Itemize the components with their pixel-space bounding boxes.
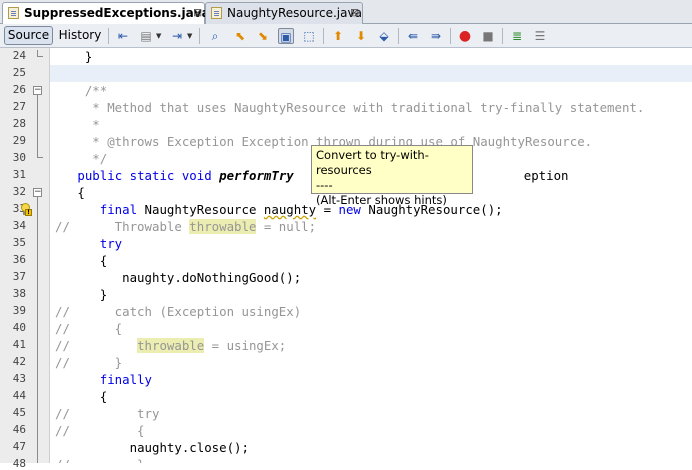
code-line: /** — [84, 83, 108, 98]
code-line: { — [99, 253, 108, 268]
fold-end-marker — [37, 151, 43, 158]
hint-lightbulb-icon[interactable]: ! — [19, 203, 32, 217]
back-history-icon[interactable]: ⇤ — [115, 28, 131, 44]
stop-macro-icon[interactable]: ■ — [480, 28, 496, 44]
toggle-bookmark-icon[interactable]: ⬙ — [376, 28, 392, 44]
code-line: * — [84, 117, 100, 132]
line-number: 38 — [12, 287, 26, 300]
tab-label: NaughtyResource.java — [227, 6, 362, 20]
editor-toolbar: Source History ⇤ ▤ ▼ ⇥ ▼ ⌕ ⬉ ⬊ ▣ ⬚ ⬆ ⬇ ⬙… — [0, 24, 692, 48]
close-tab-icon[interactable]: ⊠ — [350, 3, 359, 23]
line-number: 29 — [12, 134, 26, 147]
chevron-down-icon[interactable]: ▼ — [187, 28, 194, 44]
line-number: 31 — [12, 168, 26, 181]
line-number: 41 — [12, 338, 26, 351]
tab-label: SuppressedExceptions.java — [24, 6, 210, 20]
line-number: 40 — [12, 321, 26, 334]
toolbar-separator — [502, 28, 503, 44]
uncomment-icon[interactable]: ☰ — [532, 28, 548, 44]
code-line: * Method that uses NaughtyResource with … — [84, 100, 645, 115]
code-line: // } — [55, 456, 145, 463]
line-number: 43 — [12, 372, 26, 385]
toolbar-separator — [450, 28, 451, 44]
code-line: // { — [55, 423, 145, 438]
code-line: { — [77, 185, 85, 200]
code-line: finally — [99, 372, 152, 387]
code-line: // throwable = usingEx; — [55, 338, 287, 353]
chevron-down-icon[interactable]: ▼ — [156, 28, 163, 44]
tab-suppressed-exceptions[interactable]: SuppressedExceptions.java ⊠ — [2, 2, 210, 25]
code-line: try — [99, 236, 123, 251]
line-number: 47 — [12, 440, 26, 453]
rectangular-selection-icon[interactable]: ⬚ — [301, 28, 317, 44]
toolbar-separator — [199, 28, 200, 44]
line-number: 44 — [12, 389, 26, 402]
previous-bookmark-icon[interactable]: ⬆ — [330, 28, 346, 44]
tooltip-divider-text: ---- — [316, 178, 333, 192]
line-number: 39 — [12, 304, 26, 317]
toolbar-separator — [323, 28, 324, 44]
line-number: 27 — [12, 100, 26, 113]
tooltip-hint-text[interactable]: Convert to try-with-resources — [316, 148, 468, 178]
toolbar-separator — [398, 28, 399, 44]
next-bookmark-icon[interactable]: ⬇ — [353, 28, 369, 44]
line-number: 48 — [12, 457, 26, 470]
fold-end-marker — [37, 50, 43, 57]
hint-tooltip[interactable]: Convert to try-with-resources ---- (Alt-… — [311, 145, 473, 207]
code-line: */ — [84, 151, 108, 166]
code-line: } — [84, 49, 93, 64]
java-file-icon — [8, 7, 19, 19]
editor-tab-bar: SuppressedExceptions.java ⊠ NaughtyResou… — [0, 0, 692, 25]
line-number: 25 — [12, 66, 26, 79]
shift-left-icon[interactable]: ⇚ — [405, 28, 421, 44]
java-file-icon — [211, 7, 222, 19]
code-line: // Throwable throwable = null; — [55, 219, 317, 234]
tab-naughty-resource[interactable]: NaughtyResource.java ⊠ — [205, 2, 363, 24]
last-edit-icon[interactable]: ▤ — [138, 28, 154, 44]
close-tab-icon[interactable]: ⊠ — [193, 3, 202, 23]
code-line: // } — [55, 355, 123, 370]
code-line: // try — [55, 406, 160, 421]
code-line: // catch (Exception usingEx) — [55, 304, 302, 319]
line-number: 34 — [12, 219, 26, 232]
line-number-gutter: 24 25 26 27 28 29 30 31 32 33 34 35 36 3… — [0, 48, 50, 470]
collapse-fold-icon[interactable]: − — [33, 86, 42, 95]
line-number: 24 — [12, 49, 26, 62]
comment-icon[interactable]: ≣ — [509, 28, 525, 44]
tooltip-shortcut-text: (Alt-Enter shows hints) — [316, 193, 447, 207]
toggle-highlight-icon[interactable]: ▣ — [278, 28, 294, 44]
start-macro-icon[interactable]: ● — [457, 28, 473, 44]
line-number: 42 — [12, 355, 26, 368]
toolbar-separator — [108, 28, 109, 44]
code-line: } — [99, 287, 108, 302]
collapse-fold-icon[interactable]: − — [33, 188, 42, 197]
code-editor[interactable]: } /** * Method that uses NaughtyResource… — [50, 48, 692, 463]
find-next-icon[interactable]: ⬊ — [255, 28, 271, 44]
line-number: 28 — [12, 117, 26, 130]
line-number: 37 — [12, 270, 26, 283]
line-number: 35 — [12, 236, 26, 249]
history-button[interactable]: History — [57, 26, 103, 45]
find-previous-icon[interactable]: ⬉ — [232, 28, 248, 44]
line-number: 30 — [12, 151, 26, 164]
line-number: 46 — [12, 423, 26, 436]
code-line: naughty.doNothingGood(); — [122, 270, 302, 285]
find-icon[interactable]: ⌕ — [207, 28, 223, 44]
line-number: 26 — [12, 83, 26, 96]
fold-guide — [37, 197, 38, 463]
current-line-highlight — [50, 65, 692, 82]
source-button[interactable]: Source — [4, 26, 53, 45]
code-line: { — [99, 389, 108, 404]
code-line: // { — [55, 321, 123, 336]
code-line: naughty.close(); — [129, 440, 249, 455]
line-number: 45 — [12, 406, 26, 419]
line-number: 36 — [12, 253, 26, 266]
shift-right-icon[interactable]: ⇛ — [428, 28, 444, 44]
forward-icon[interactable]: ⇥ — [169, 28, 185, 44]
fold-guide — [37, 95, 38, 151]
line-number: 32 — [12, 185, 26, 198]
